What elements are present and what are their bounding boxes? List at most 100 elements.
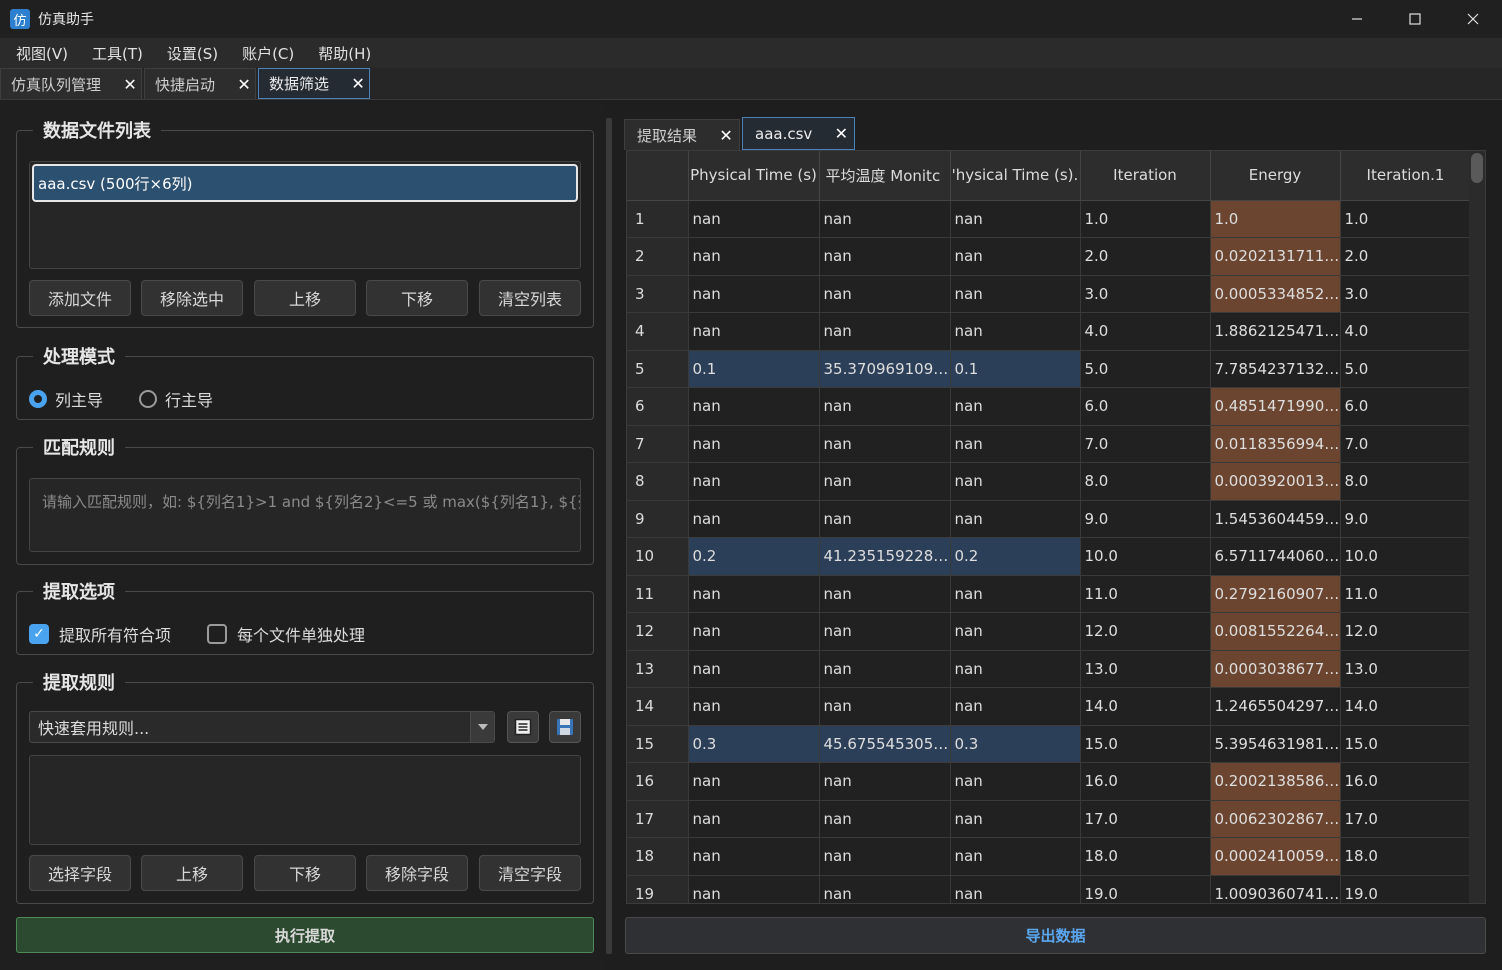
- panel-splitter[interactable]: [606, 118, 612, 954]
- table-cell[interactable]: 4.0: [1340, 312, 1472, 351]
- table-cell[interactable]: nan: [688, 312, 820, 351]
- table-cell[interactable]: nan: [819, 200, 951, 238]
- table-cell[interactable]: nan: [950, 425, 1081, 463]
- table-cell[interactable]: nan: [819, 312, 951, 351]
- table-cell[interactable]: nan: [688, 612, 820, 651]
- table-cell[interactable]: nan: [950, 500, 1081, 538]
- table-row[interactable]: 18 nan nan nan 18.0 0.00024100593... 18.0: [627, 837, 1472, 876]
- table-cell[interactable]: nan: [950, 462, 1081, 501]
- table-row[interactable]: 5 0.1 35.3709691091... 0.1 5.0 7.78542371329.…: [627, 350, 1472, 388]
- tab-aaa-csv[interactable]: aaa.csv ✕: [742, 117, 856, 150]
- table-cell[interactable]: nan: [950, 200, 1081, 238]
- table-cell[interactable]: 0.1: [688, 350, 820, 388]
- table-cell[interactable]: nan: [688, 462, 820, 501]
- table-cell[interactable]: nan: [819, 762, 951, 801]
- checkbox-extract-all[interactable]: ✓ 提取所有符合项: [29, 622, 171, 646]
- row-number[interactable]: 7: [627, 425, 689, 463]
- table-cell[interactable]: 1.0: [1210, 200, 1341, 238]
- scrollbar-thumb[interactable]: [1471, 153, 1483, 183]
- table-row[interactable]: 17 nan nan nan 17.0 0.00623028675... 17.0: [627, 800, 1472, 838]
- column-header[interactable]: Iteration: [1080, 151, 1211, 201]
- menu-tools[interactable]: 工具(T): [80, 43, 155, 64]
- table-row[interactable]: 15 0.3 45.6755453053... 0.3 15.0 5.3954631981…: [627, 725, 1472, 763]
- table-cell[interactable]: 4.0: [1080, 312, 1211, 351]
- table-cell[interactable]: nan: [688, 687, 820, 726]
- table-cell[interactable]: nan: [688, 875, 820, 903]
- minimize-button[interactable]: [1328, 0, 1386, 38]
- table-cell[interactable]: nan: [950, 275, 1081, 313]
- row-number[interactable]: 17: [627, 800, 689, 838]
- table-cell[interactable]: nan: [819, 500, 951, 538]
- table-cell[interactable]: 15.0: [1340, 725, 1472, 763]
- quick-rule-combo[interactable]: 快速套用规则...: [29, 711, 495, 743]
- row-number[interactable]: 16: [627, 762, 689, 801]
- column-header[interactable]: Physical Time (s): [688, 151, 820, 201]
- table-cell[interactable]: nan: [819, 237, 951, 276]
- table-cell[interactable]: 7.78542371329...: [1210, 350, 1341, 388]
- table-cell[interactable]: 6.57117440606...: [1210, 537, 1341, 576]
- table-cell[interactable]: nan: [950, 312, 1081, 351]
- table-cell[interactable]: 12.0: [1340, 612, 1472, 651]
- row-number[interactable]: 3: [627, 275, 689, 313]
- table-row[interactable]: 8 nan nan nan 8.0 0.00039200137... 8.0: [627, 462, 1472, 501]
- table-cell[interactable]: nan: [819, 275, 951, 313]
- table-cell[interactable]: 6.0: [1080, 387, 1211, 426]
- table-cell[interactable]: 0.00024100593...: [1210, 837, 1341, 876]
- table-cell[interactable]: 9.0: [1080, 500, 1211, 538]
- table-cell[interactable]: nan: [688, 650, 820, 688]
- table-cell[interactable]: nan: [819, 800, 951, 838]
- table-cell[interactable]: 45.6755453053...: [819, 725, 951, 763]
- row-number[interactable]: 18: [627, 837, 689, 876]
- add-file-button[interactable]: 添加文件: [29, 280, 131, 316]
- table-cell[interactable]: 1.24655042975...: [1210, 687, 1341, 726]
- select-field-button[interactable]: 选择字段: [29, 855, 131, 891]
- table-cell[interactable]: 7.0: [1340, 425, 1472, 463]
- table-cell[interactable]: nan: [950, 800, 1081, 838]
- table-cell[interactable]: nan: [819, 575, 951, 613]
- table-cell[interactable]: 0.2: [688, 537, 820, 576]
- table-row[interactable]: 6 nan nan nan 6.0 0.48514719902... 6.0: [627, 387, 1472, 426]
- move-down-button[interactable]: 下移: [366, 280, 468, 316]
- table-cell[interactable]: 10.0: [1080, 537, 1211, 576]
- table-cell[interactable]: 0.00815522648...: [1210, 612, 1341, 651]
- table-cell[interactable]: nan: [950, 650, 1081, 688]
- table-cell[interactable]: nan: [819, 687, 951, 726]
- table-cell[interactable]: nan: [819, 875, 951, 903]
- table-cell[interactable]: 0.48514719902...: [1210, 387, 1341, 426]
- table-cell[interactable]: 11.0: [1340, 575, 1472, 613]
- table-cell[interactable]: 8.0: [1340, 462, 1472, 501]
- table-cell[interactable]: nan: [950, 875, 1081, 903]
- table-row[interactable]: 1 nan nan nan 1.0 1.0 1.0: [627, 200, 1472, 238]
- table-cell[interactable]: 1.0: [1080, 200, 1211, 238]
- table-cell[interactable]: 0.3: [950, 725, 1081, 763]
- table-row[interactable]: 16 nan nan nan 16.0 0.20021385862... 16.0: [627, 762, 1472, 801]
- table-row[interactable]: 9 nan nan nan 9.0 1.54536044591... 9.0: [627, 500, 1472, 538]
- row-number[interactable]: 11: [627, 575, 689, 613]
- table-cell[interactable]: 17.0: [1340, 800, 1472, 838]
- row-number[interactable]: 9: [627, 500, 689, 538]
- rules-list-area[interactable]: [29, 755, 581, 845]
- table-cell[interactable]: 0.20021385862...: [1210, 762, 1341, 801]
- table-cell[interactable]: 1.88621254710...: [1210, 312, 1341, 351]
- menu-view[interactable]: 视图(V): [4, 43, 80, 64]
- corner-header[interactable]: [627, 151, 689, 201]
- table-cell[interactable]: nan: [688, 387, 820, 426]
- table-cell[interactable]: 0.01183569941...: [1210, 425, 1341, 463]
- table-cell[interactable]: 3.0: [1080, 275, 1211, 313]
- row-number[interactable]: 10: [627, 537, 689, 576]
- table-cell[interactable]: 0.3: [688, 725, 820, 763]
- table-cell[interactable]: 3.0: [1340, 275, 1472, 313]
- tab-close-icon[interactable]: ✕: [351, 74, 365, 93]
- table-row[interactable]: 4 nan nan nan 4.0 1.88621254710... 4.0: [627, 312, 1472, 351]
- tab-quick-launch[interactable]: 快捷启动 ✕: [144, 68, 257, 99]
- table-cell[interactable]: 10.0: [1340, 537, 1472, 576]
- tab-data-filter[interactable]: 数据筛选 ✕: [258, 68, 371, 99]
- tab-close-icon[interactable]: ✕: [123, 75, 137, 94]
- execute-extract-button[interactable]: 执行提取: [16, 917, 594, 953]
- clear-list-button[interactable]: 清空列表: [479, 280, 581, 316]
- table-cell[interactable]: 18.0: [1340, 837, 1472, 876]
- remove-field-button[interactable]: 移除字段: [366, 855, 468, 891]
- tab-extract-result[interactable]: 提取结果 ✕: [624, 119, 741, 150]
- table-cell[interactable]: 2.0: [1080, 237, 1211, 276]
- table-row[interactable]: 3 nan nan nan 3.0 0.00053348529... 3.0: [627, 275, 1472, 313]
